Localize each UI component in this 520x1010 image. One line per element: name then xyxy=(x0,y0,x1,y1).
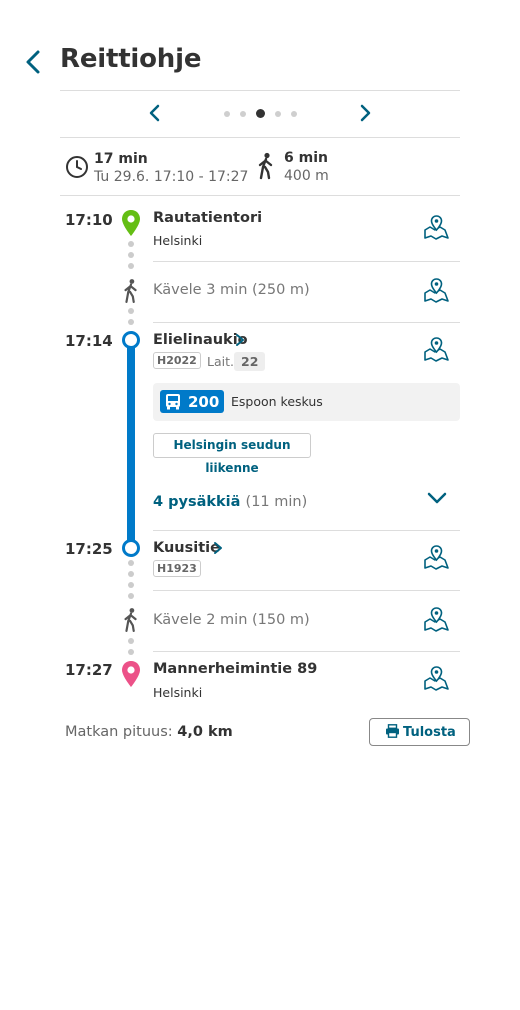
pager-dot-active[interactable] xyxy=(256,109,265,118)
walk-path-dot xyxy=(128,560,134,566)
trip-length-label: Matkan pituus: xyxy=(65,724,173,740)
chevron-right-icon[interactable] xyxy=(234,333,246,347)
total-duration: 17 min xyxy=(94,151,148,167)
platform-number: 22 xyxy=(234,352,266,371)
divider xyxy=(153,261,460,262)
divider xyxy=(153,590,460,591)
walk-path-dot xyxy=(128,649,134,655)
walk-instruction: Kävele 2 min (150 m) xyxy=(153,612,310,628)
page-title: Reittiohje xyxy=(60,44,202,74)
chevron-right-icon[interactable] xyxy=(212,541,224,555)
bus-icon xyxy=(166,394,180,410)
divider xyxy=(60,137,460,138)
walk-path-dot xyxy=(128,638,134,644)
trip-length-value: 4,0 km xyxy=(177,724,233,740)
walk-path-dot xyxy=(128,252,134,258)
walk-path-dot xyxy=(128,308,134,314)
walk-path-dot xyxy=(128,582,134,588)
route-info-box[interactable]: 200 Espoon keskus xyxy=(153,383,460,421)
agency-link[interactable]: Helsingin seudun liikenne xyxy=(153,433,311,475)
route-number: 200 xyxy=(188,393,220,411)
date-range: Tu 29.6. 17:10 - 17:27 xyxy=(94,169,249,185)
pager-dot[interactable] xyxy=(275,111,281,117)
map-pin-icon[interactable] xyxy=(423,336,450,362)
alight-stop-name[interactable]: Kuusitie xyxy=(153,540,220,556)
walk-path-dot xyxy=(128,241,134,247)
route-destination: Espoon keskus xyxy=(231,394,323,409)
route-badge: 200 xyxy=(160,390,224,413)
walk-icon xyxy=(258,152,273,180)
stops-count: 4 pysäkkiä xyxy=(153,494,241,510)
intermediate-stops-toggle[interactable]: 4 pysäkkiä (11 min) xyxy=(153,491,307,510)
back-chevron-icon[interactable] xyxy=(20,48,48,76)
divider xyxy=(60,90,460,91)
walk-path-dot xyxy=(128,593,134,599)
divider xyxy=(60,195,460,196)
previous-itinerary-icon[interactable] xyxy=(145,103,165,123)
printer-icon xyxy=(386,724,399,738)
walk-path-dot xyxy=(128,571,134,577)
walk-path-dot xyxy=(128,263,134,269)
pager-dot[interactable] xyxy=(240,111,246,117)
map-pin-icon[interactable] xyxy=(423,277,450,303)
clock-icon xyxy=(66,156,88,178)
walk-distance: 400 m xyxy=(284,168,329,184)
chevron-down-icon[interactable] xyxy=(426,490,448,506)
walk-path-dot xyxy=(128,319,134,325)
start-city: Helsinki xyxy=(153,233,203,248)
alight-time: 17:25 xyxy=(65,540,113,558)
divider xyxy=(153,651,460,652)
platform-label: Lait. xyxy=(207,354,234,369)
pager-dot[interactable] xyxy=(291,111,297,117)
itinerary-pager-dots xyxy=(224,109,307,118)
print-button-label: Tulosta xyxy=(403,725,456,740)
print-button[interactable]: Tulosta xyxy=(369,718,470,746)
bus-route-line xyxy=(127,340,135,548)
alight-stop-marker xyxy=(122,539,140,557)
end-time: 17:27 xyxy=(65,661,113,679)
trip-length: Matkan pituus: 4,0 km xyxy=(65,724,233,740)
walk-instruction: Kävele 3 min (250 m) xyxy=(153,282,310,298)
map-pin-icon[interactable] xyxy=(423,214,450,240)
end-marker-icon xyxy=(122,661,140,687)
next-itinerary-icon[interactable] xyxy=(355,103,375,123)
start-stop-name[interactable]: Rautatientori xyxy=(153,210,262,226)
board-time: 17:14 xyxy=(65,332,113,350)
board-stop-marker xyxy=(122,331,140,349)
stop-code: H1923 xyxy=(153,560,201,577)
end-stop-name[interactable]: Mannerheimintie 89 xyxy=(153,661,317,677)
walk-icon xyxy=(124,608,137,632)
walk-duration: 6 min xyxy=(284,150,328,166)
walk-icon xyxy=(124,279,137,303)
end-city: Helsinki xyxy=(153,685,203,700)
map-pin-icon[interactable] xyxy=(423,606,450,632)
stop-code: H2022 xyxy=(153,352,201,369)
start-marker-icon xyxy=(122,210,140,236)
map-pin-icon[interactable] xyxy=(423,544,450,570)
divider xyxy=(153,530,460,531)
divider xyxy=(153,322,460,323)
pager-dot[interactable] xyxy=(224,111,230,117)
start-time: 17:10 xyxy=(65,211,113,229)
map-pin-icon[interactable] xyxy=(423,665,450,691)
stops-duration: (11 min) xyxy=(245,494,308,510)
